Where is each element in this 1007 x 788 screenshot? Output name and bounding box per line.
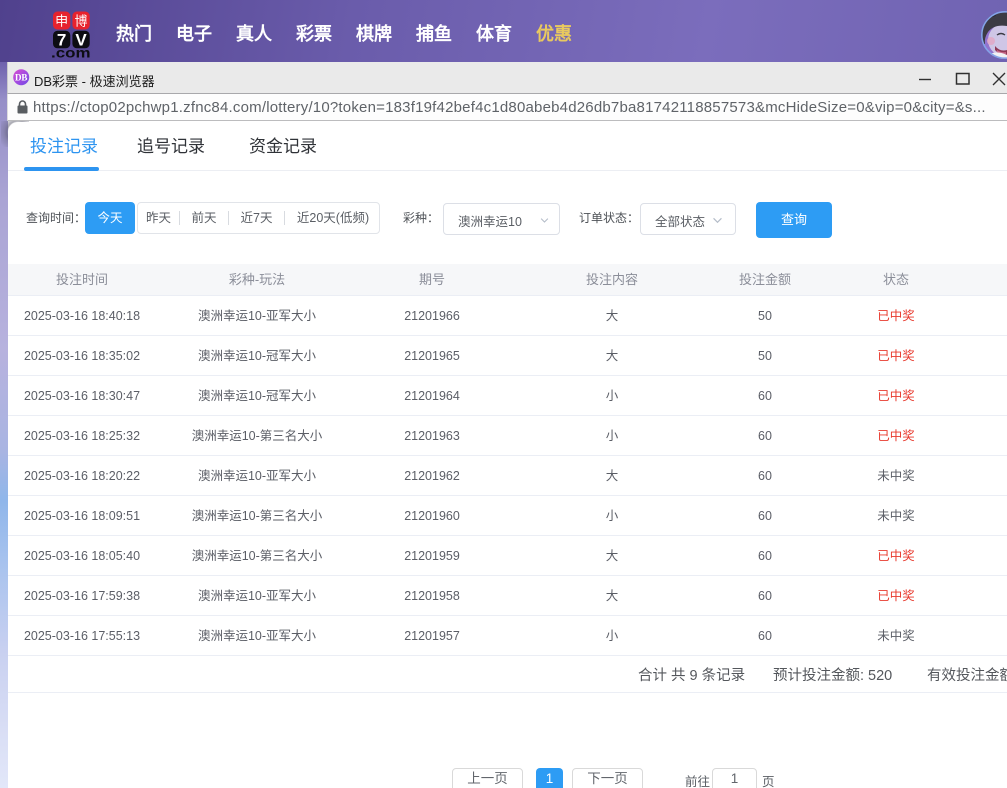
svg-text:.com: .com [51, 45, 91, 60]
svg-text:DB: DB [15, 73, 28, 83]
svg-text:申: 申 [55, 14, 68, 29]
svg-text:博: 博 [74, 14, 87, 29]
